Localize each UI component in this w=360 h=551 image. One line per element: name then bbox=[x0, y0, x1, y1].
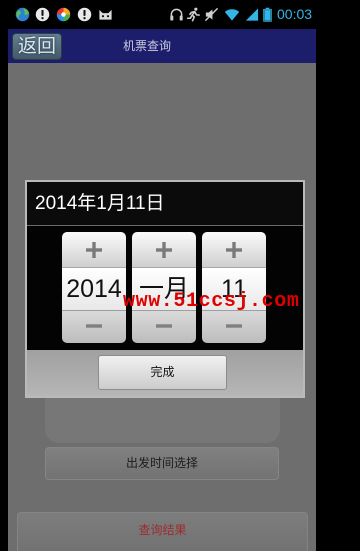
minus-icon bbox=[85, 317, 103, 335]
headphones-icon bbox=[169, 7, 184, 22]
date-picker: 2014 一月 11 bbox=[27, 226, 303, 350]
alert-icon bbox=[35, 7, 50, 22]
day-decrement-button[interactable] bbox=[202, 310, 266, 343]
running-icon bbox=[186, 7, 201, 22]
query-results-button[interactable]: 查询结果 bbox=[17, 512, 308, 551]
year-column: 2014 bbox=[62, 232, 126, 343]
month-increment-button[interactable] bbox=[132, 232, 196, 268]
day-increment-button[interactable] bbox=[202, 232, 266, 268]
minus-icon bbox=[225, 317, 243, 335]
pinwheel-icon bbox=[56, 7, 71, 22]
departure-time-button[interactable]: 出发时间选择 bbox=[45, 447, 279, 480]
dialog-button-bar: 完成 bbox=[27, 350, 303, 396]
wifi-icon bbox=[224, 7, 240, 22]
plus-icon bbox=[225, 241, 243, 259]
month-column: 一月 bbox=[132, 232, 196, 343]
page-title: 机票查询 bbox=[123, 39, 172, 53]
app-window: 00:03 返回 机票查询 出发时间选择 查询结果 2014年1月11日 201… bbox=[8, 0, 316, 551]
globe-icon bbox=[15, 7, 30, 22]
done-button[interactable]: 完成 bbox=[98, 355, 227, 390]
watermark: www.51ccsj.com bbox=[123, 290, 300, 313]
month-decrement-button[interactable] bbox=[132, 310, 196, 343]
day-column: 11 bbox=[202, 232, 266, 343]
year-decrement-button[interactable] bbox=[62, 310, 126, 343]
plus-icon bbox=[155, 241, 173, 259]
minus-icon bbox=[155, 317, 173, 335]
silent-mode-icon bbox=[204, 7, 219, 22]
alert-icon bbox=[77, 7, 92, 22]
signal-icon bbox=[244, 7, 259, 22]
android-icon bbox=[98, 7, 113, 22]
dialog-title: 2014年1月11日 bbox=[27, 182, 303, 225]
status-time: 00:03 bbox=[277, 6, 313, 22]
back-button[interactable]: 返回 bbox=[12, 33, 62, 60]
date-picker-dialog: 2014年1月11日 2014 一月 11 完成 bbox=[25, 180, 305, 398]
status-bar: 00:03 bbox=[8, 0, 316, 28]
phone-screen: 00:03 返回 机票查询 出发时间选择 查询结果 2014年1月11日 201… bbox=[0, 0, 360, 551]
plus-icon bbox=[85, 241, 103, 259]
battery-icon bbox=[263, 7, 272, 22]
title-bar: 返回 机票查询 bbox=[8, 29, 316, 63]
year-increment-button[interactable] bbox=[62, 232, 126, 268]
year-value[interactable]: 2014 bbox=[62, 268, 126, 310]
